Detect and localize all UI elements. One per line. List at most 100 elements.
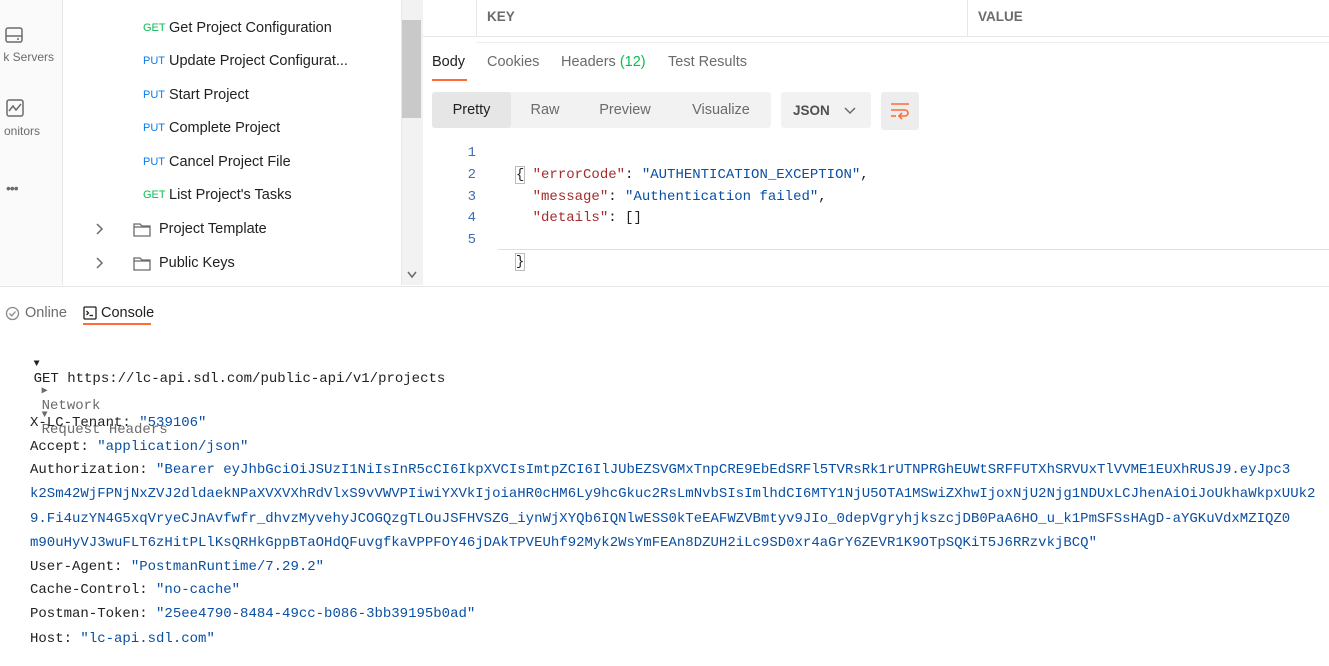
method-badge: PUT — [143, 55, 165, 67]
tab-online-label: Online — [25, 305, 67, 321]
view-preview-button[interactable]: Preview — [579, 92, 671, 128]
folder-name: Project Template — [159, 221, 267, 237]
header-value: "Bearer eyJhbGciOiJSUzI1NiIsInR5cCI6IkpX… — [156, 462, 1291, 478]
tab-console[interactable]: Console — [83, 305, 154, 321]
wrap-lines-icon — [891, 103, 909, 120]
format-select[interactable]: JSON — [781, 92, 871, 128]
format-select-value: JSON — [793, 103, 830, 118]
request-name: Start Project — [169, 87, 249, 103]
folder-name: Public Keys — [159, 255, 235, 271]
header-value: "539106" — [139, 415, 207, 431]
header-key: Cache-Control: — [30, 582, 148, 598]
header-key: Authorization: — [30, 462, 148, 478]
view-pretty-button[interactable]: Pretty — [432, 92, 511, 128]
tree-request[interactable]: GET List Project's Tasks — [143, 185, 292, 205]
json-key: "errorCode" — [532, 167, 626, 183]
column-divider — [967, 0, 968, 36]
request-name: List Project's Tasks — [169, 187, 292, 203]
line-number: 3 — [467, 189, 476, 205]
rail-item-more[interactable]: ••• — [0, 180, 62, 200]
code-line: "message": "Authentication failed", — [532, 189, 827, 205]
header-row: X-LC-Tenant: "539106" — [30, 415, 206, 431]
header-value: "25ee4790-8484-49cc-b086-3bb39195b0ad" — [156, 606, 476, 622]
json-value: "AUTHENTICATION_EXCEPTION" — [641, 167, 861, 183]
column-divider — [476, 0, 477, 36]
code-line: "details": [] — [532, 210, 642, 226]
header-key: Accept: — [30, 439, 89, 455]
tab-body[interactable]: Body — [432, 54, 465, 82]
method-badge: GET — [143, 22, 166, 34]
check-circle-icon — [5, 306, 20, 320]
json-close-brace: } — [514, 253, 526, 271]
tree-request[interactable]: GET Get Project Configuration — [143, 18, 332, 38]
rail-item-mock-servers[interactable]: k Servers — [0, 22, 62, 70]
header-row: Accept: "application/json" — [30, 439, 248, 455]
params-table-header: KEY VALUE — [423, 0, 1329, 43]
code-line: "errorCode": "AUTHENTICATION_EXCEPTION", — [532, 167, 869, 183]
header-row: Host: "lc-api.sdl.com" — [30, 631, 215, 647]
request-name: Cancel Project File — [169, 154, 291, 170]
request-name: Complete Project — [169, 120, 281, 136]
scroll-down-button[interactable] — [401, 266, 422, 284]
line-number: 1 — [467, 145, 476, 161]
active-tab-indicator — [432, 79, 467, 81]
method-badge: PUT — [143, 122, 165, 134]
json-key: "details" — [532, 210, 609, 226]
header-value-continuation: m90uHyVJ3wuFLT6zHitPLlKsQRHkGppBTaOHdQFu… — [30, 535, 1097, 551]
line-number: 4 — [467, 210, 476, 226]
header-value: "PostmanRuntime/7.29.2" — [130, 559, 325, 575]
chevron-down-icon — [844, 107, 856, 115]
header-key: User-Agent: — [30, 559, 123, 575]
rail-item-label: k Servers — [3, 50, 54, 64]
header-key: Host: — [30, 631, 73, 647]
header-value-continuation: 9.Fi4uzYN4G5xqVryeCJnAvfwfr_dhvzMyvehyJC… — [30, 511, 1291, 527]
server-icon — [5, 27, 23, 43]
tab-test-results[interactable]: Test Results — [668, 54, 747, 82]
tree-folder[interactable]: Project Template — [93, 218, 267, 240]
params-table-row — [476, 36, 1329, 43]
tree-request[interactable]: PUT Update Project Configurat... — [143, 51, 348, 71]
tree-request[interactable]: PUT Start Project — [143, 85, 249, 105]
header-value: "lc-api.sdl.com" — [80, 631, 215, 647]
scrollbar-thumb[interactable] — [402, 20, 421, 118]
tree-folder[interactable]: Public Keys — [93, 252, 235, 274]
tab-headers[interactable]: Headers (12) — [561, 54, 646, 82]
console-panel: Online Console ▼ GET https://lc-api.sdl.… — [0, 286, 1329, 666]
tab-headers-label: Headers — [561, 54, 616, 70]
folder-icon — [133, 223, 151, 237]
wrap-lines-button[interactable] — [881, 92, 919, 130]
monitor-icon — [6, 99, 24, 117]
view-mode-group: Pretty Raw Preview Visualize — [432, 92, 771, 128]
view-visualize-button[interactable]: Visualize — [671, 92, 771, 128]
request-name: Get Project Configuration — [169, 20, 332, 36]
sidebar-rail: k Servers onitors ••• — [0, 0, 63, 285]
code-line: { — [499, 142, 526, 184]
json-value: [] — [625, 210, 642, 226]
terminal-icon — [83, 306, 97, 320]
chevron-down-icon — [406, 271, 417, 279]
chevron-right-icon — [96, 257, 104, 269]
code-line: } — [499, 229, 526, 271]
tree-request[interactable]: PUT Cancel Project File — [143, 152, 291, 172]
chevron-right-icon — [96, 223, 104, 235]
json-punct: , — [818, 189, 827, 205]
header-value: "application/json" — [97, 439, 249, 455]
method-badge: GET — [143, 189, 166, 201]
value-column-header: VALUE — [978, 9, 1023, 24]
header-row: Authorization: "Bearer eyJhbGciOiJSUzI1N… — [30, 462, 1329, 478]
method-badge: PUT — [143, 89, 165, 101]
header-key: X-LC-Tenant: — [30, 415, 131, 431]
header-value: "no-cache" — [156, 582, 241, 598]
collection-tree: GET Get Project Configuration PUT Update… — [63, 0, 401, 285]
view-raw-button[interactable]: Raw — [511, 92, 579, 128]
tab-cookies[interactable]: Cookies — [487, 54, 539, 82]
key-column-header: KEY — [487, 9, 515, 24]
folder-icon — [133, 257, 151, 271]
active-tab-indicator — [83, 323, 151, 325]
rail-item-monitors[interactable]: onitors — [0, 96, 62, 144]
tab-online[interactable]: Online — [5, 305, 67, 321]
json-key: "message" — [532, 189, 609, 205]
tree-request[interactable]: PUT Complete Project — [143, 118, 280, 138]
header-row: Postman-Token: "25ee4790-8484-49cc-b086-… — [30, 606, 475, 622]
header-row: User-Agent: "PostmanRuntime/7.29.2" — [30, 559, 324, 575]
